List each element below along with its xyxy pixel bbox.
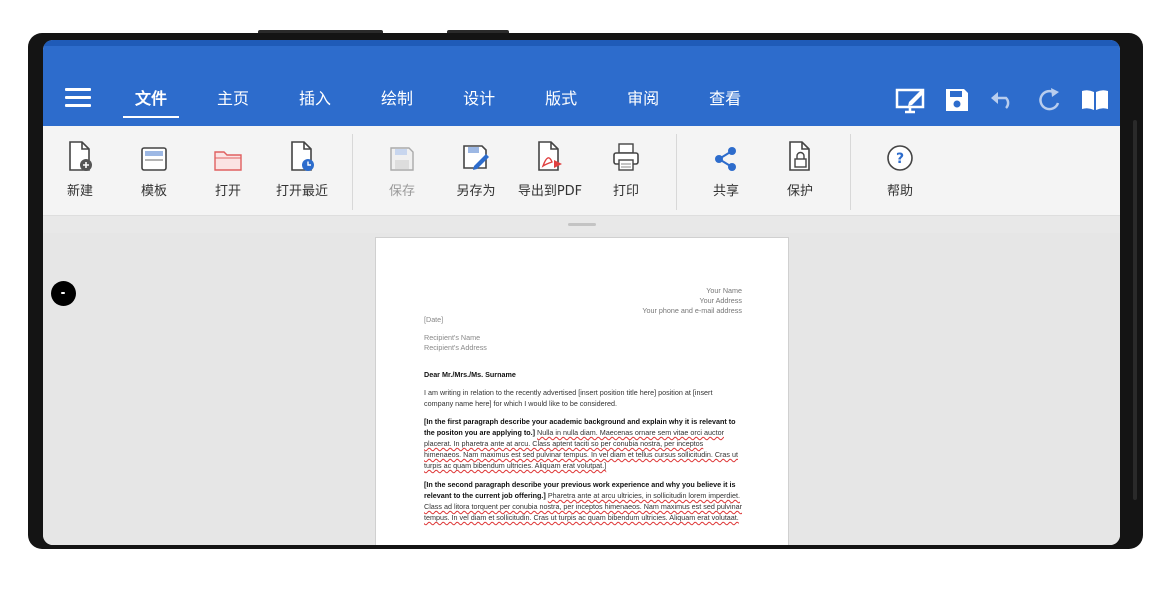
pdf-icon bbox=[538, 141, 562, 171]
svg-text:?: ? bbox=[896, 151, 904, 167]
print-label: 打印 bbox=[612, 184, 639, 199]
undo-icon[interactable] bbox=[984, 84, 1022, 116]
floating-touch-indicator[interactable] bbox=[51, 281, 76, 306]
save-as-button[interactable]: 另存为 bbox=[439, 138, 513, 204]
recent-document-icon bbox=[291, 141, 314, 171]
salutation: Dear Mr./Mrs./Ms. Surname bbox=[424, 370, 516, 379]
save-disk-icon bbox=[390, 147, 414, 171]
appbar-actions bbox=[884, 84, 1114, 116]
save-as-icon bbox=[463, 145, 489, 170]
hamburger-menu-icon[interactable] bbox=[65, 88, 91, 108]
letter-date: [Date] bbox=[424, 315, 444, 324]
top-app-bar: 文件 主页 插入 绘制 设计 版式 审阅 查看 bbox=[43, 40, 1120, 126]
ribbon-tabs: 文件 主页 插入 绘制 设计 版式 审阅 查看 bbox=[123, 84, 779, 118]
help-button[interactable]: ? 帮助 bbox=[863, 138, 937, 204]
tab-file[interactable]: 文件 bbox=[123, 84, 180, 118]
reading-mode-icon[interactable] bbox=[1076, 84, 1114, 116]
status-strip bbox=[43, 40, 1120, 46]
ribbon-separator bbox=[676, 134, 677, 210]
open-recent-button[interactable]: 打开最近 bbox=[265, 138, 339, 204]
folder-icon bbox=[214, 151, 242, 171]
recipient-address: Recipient's Address bbox=[424, 343, 487, 352]
print-button[interactable]: 打印 bbox=[589, 138, 663, 204]
open-button[interactable]: 打开 bbox=[191, 138, 265, 204]
second-paragraph: [In the second paragraph describe your p… bbox=[424, 479, 742, 523]
tab-layout[interactable]: 版式 bbox=[533, 84, 589, 118]
save-as-label: 另存为 bbox=[456, 184, 496, 199]
fullscreen-edit-icon[interactable] bbox=[892, 84, 930, 116]
tab-insert[interactable]: 插入 bbox=[287, 84, 343, 118]
protect-button[interactable]: 保护 bbox=[763, 138, 837, 204]
new-document-icon bbox=[69, 141, 92, 171]
new-button[interactable]: 新建 bbox=[43, 138, 117, 204]
tab-review[interactable]: 审阅 bbox=[615, 84, 671, 118]
ribbon-resize-handle[interactable] bbox=[568, 223, 596, 226]
tab-draw[interactable]: 绘制 bbox=[369, 84, 425, 118]
document-page[interactable]: Your Name Your Address Your phone and e-… bbox=[375, 237, 789, 545]
share-label: 共享 bbox=[712, 184, 739, 199]
tab-home[interactable]: 主页 bbox=[205, 84, 261, 118]
printer-icon bbox=[613, 143, 639, 171]
document-canvas[interactable]: Your Name Your Address Your phone and e-… bbox=[43, 233, 1120, 545]
tab-view[interactable]: 查看 bbox=[697, 84, 753, 118]
share-icon bbox=[715, 147, 736, 171]
save-label: 保存 bbox=[388, 184, 415, 199]
lock-document-icon bbox=[789, 141, 810, 171]
redo-icon[interactable] bbox=[1030, 84, 1068, 116]
new-label: 新建 bbox=[66, 184, 93, 199]
device-side-button bbox=[1133, 120, 1137, 500]
help-label: 帮助 bbox=[886, 184, 913, 199]
share-button[interactable]: 共享 bbox=[689, 138, 763, 204]
help-icon: ? bbox=[887, 145, 913, 171]
template-label: 模板 bbox=[140, 184, 167, 199]
file-ribbon: 新建 模板 打开 打开最近 保存 另存为 导出到PDF 打印 共享 保护 ? 帮… bbox=[43, 126, 1120, 216]
save-button[interactable]: 保存 bbox=[365, 138, 439, 204]
template-icon bbox=[141, 147, 167, 171]
tab-design[interactable]: 设计 bbox=[451, 84, 507, 118]
protect-label: 保护 bbox=[786, 184, 813, 199]
app-screen: 文件 主页 插入 绘制 设计 版式 审阅 查看 新建 模板 打开 打开最近 保存… bbox=[43, 40, 1120, 545]
export-pdf-button[interactable]: 导出到PDF bbox=[513, 138, 587, 204]
export-pdf-label: 导出到PDF bbox=[517, 184, 583, 199]
save-icon[interactable] bbox=[938, 84, 976, 116]
ribbon-separator bbox=[850, 134, 851, 210]
intro-paragraph: I am writing in relation to the recently… bbox=[424, 388, 713, 408]
open-label: 打开 bbox=[214, 184, 241, 199]
ribbon-separator bbox=[352, 134, 353, 210]
template-button[interactable]: 模板 bbox=[117, 138, 191, 204]
first-paragraph: [In the first paragraph describe your ac… bbox=[424, 416, 742, 471]
open-recent-label: 打开最近 bbox=[275, 184, 328, 199]
